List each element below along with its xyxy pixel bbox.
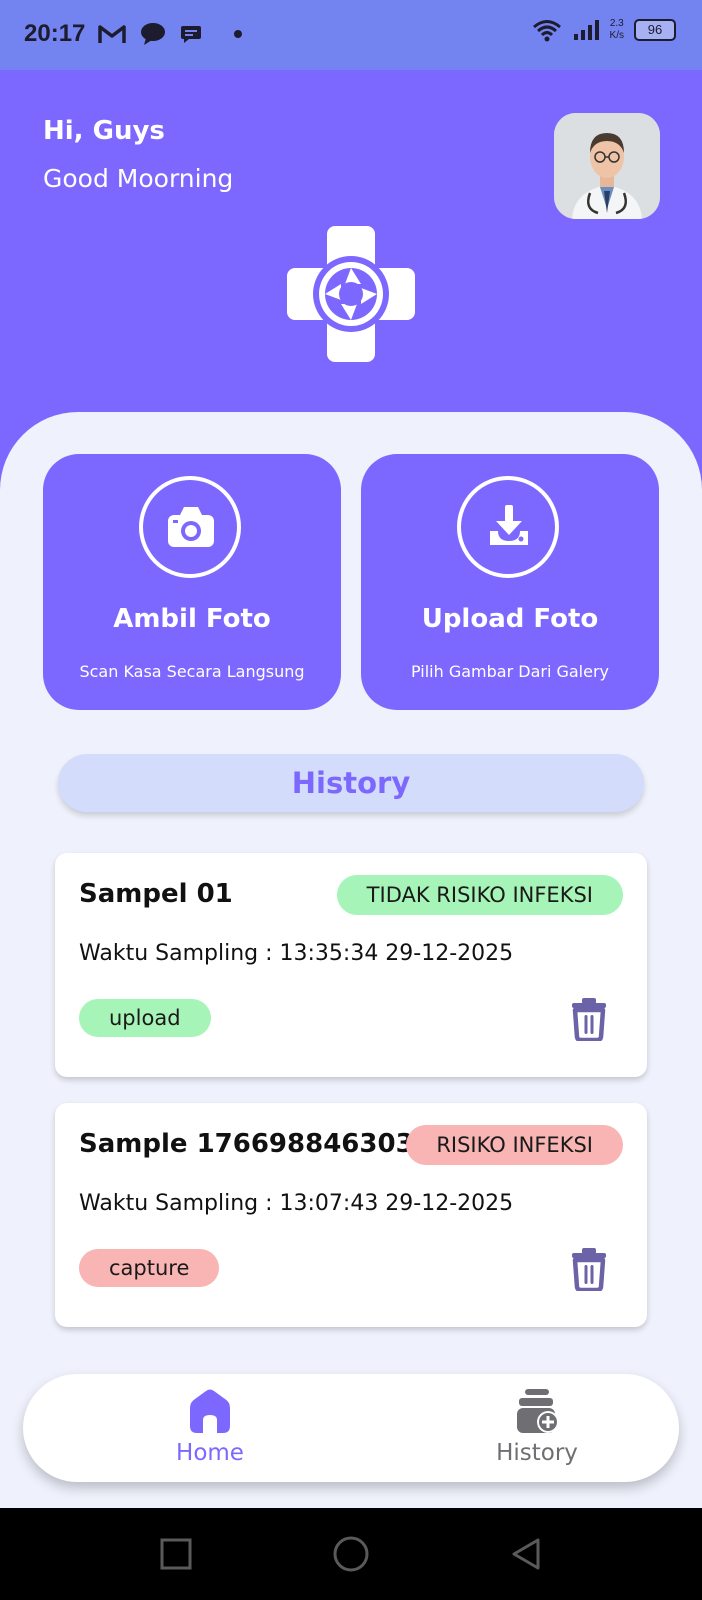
history-card[interactable]: Sample 1766988463032 RISIKO INFEKSI Wakt… — [55, 1103, 647, 1327]
sampling-time: Waktu Sampling : 13:35:34 29-12-2025 — [79, 941, 514, 966]
nav-home[interactable]: Home — [140, 1388, 280, 1466]
recent-apps-icon[interactable] — [160, 1538, 192, 1570]
network-speed: 2.3 K/s — [610, 18, 624, 42]
message-icon — [181, 26, 201, 43]
main-content: Ambil Foto Scan Kasa Secara Langsung Upl… — [0, 412, 702, 1508]
dot-icon — [234, 30, 242, 38]
notification-icons — [98, 22, 246, 46]
network-speed-value: 2.3 — [609, 18, 624, 29]
wifi-icon — [532, 20, 561, 42]
back-icon[interactable] — [510, 1537, 542, 1571]
history-section-header: History — [58, 754, 644, 812]
greeting-subtitle: Good Moorning — [43, 164, 234, 193]
nav-home-label: Home — [176, 1440, 244, 1466]
upload-photo-subtitle: Pilih Gambar Dari Galery — [410, 662, 610, 681]
risk-badge: TIDAK RISIKO INFEKSI — [336, 875, 623, 915]
download-icon — [490, 505, 528, 545]
trash-icon[interactable] — [569, 1247, 609, 1291]
take-photo-title: Ambil Foto — [113, 604, 271, 634]
take-photo-subtitle: Scan Kasa Secara Langsung — [79, 662, 305, 681]
signal-icon — [573, 20, 599, 40]
upload-photo-title: Upload Foto — [421, 604, 599, 634]
nav-history-label: History — [496, 1440, 578, 1466]
history-records-icon — [517, 1389, 559, 1433]
nav-history[interactable]: History — [467, 1388, 607, 1466]
camera-icon-circle — [139, 476, 241, 578]
status-time: 20:17 — [24, 20, 86, 47]
header: Hi, Guys Good Moorning — [0, 70, 702, 430]
gmail-icon — [98, 25, 126, 43]
camera-icon — [168, 507, 214, 547]
home-icon — [190, 1389, 230, 1433]
source-badge: capture — [79, 1249, 220, 1287]
download-icon-circle — [457, 476, 559, 578]
trash-icon[interactable] — [569, 997, 609, 1041]
chat-icon — [141, 23, 165, 45]
system-navigation-bar — [0, 1508, 702, 1600]
source-badge: upload — [79, 999, 211, 1037]
medical-cross-camera-logo-icon — [287, 226, 415, 362]
upload-photo-card[interactable]: Upload Foto Pilih Gambar Dari Galery — [361, 454, 659, 710]
home-circle-icon[interactable] — [333, 1536, 369, 1572]
take-photo-card[interactable]: Ambil Foto Scan Kasa Secara Langsung — [43, 454, 341, 710]
system-icons: 2.3 K/s 96 — [532, 18, 676, 42]
avatar[interactable] — [554, 113, 660, 219]
battery-icon: 96 — [634, 19, 676, 41]
status-bar: 20:17 2.3 K/s 96 — [0, 0, 702, 70]
history-card[interactable]: Sampel 01 TIDAK RISIKO INFEKSI Waktu Sam… — [55, 853, 647, 1077]
sampling-time: Waktu Sampling : 13:07:43 29-12-2025 — [79, 1191, 514, 1216]
history-card-title: Sampel 01 — [79, 879, 233, 909]
network-speed-unit: K/s — [609, 30, 624, 41]
greeting-title: Hi, Guys — [43, 116, 165, 146]
risk-badge: RISIKO INFEKSI — [406, 1125, 623, 1165]
doctor-avatar-icon — [554, 113, 660, 219]
bottom-nav: Home History — [23, 1374, 679, 1482]
app-logo — [287, 226, 415, 362]
history-card-title: Sample 1766988463032 — [79, 1129, 432, 1159]
